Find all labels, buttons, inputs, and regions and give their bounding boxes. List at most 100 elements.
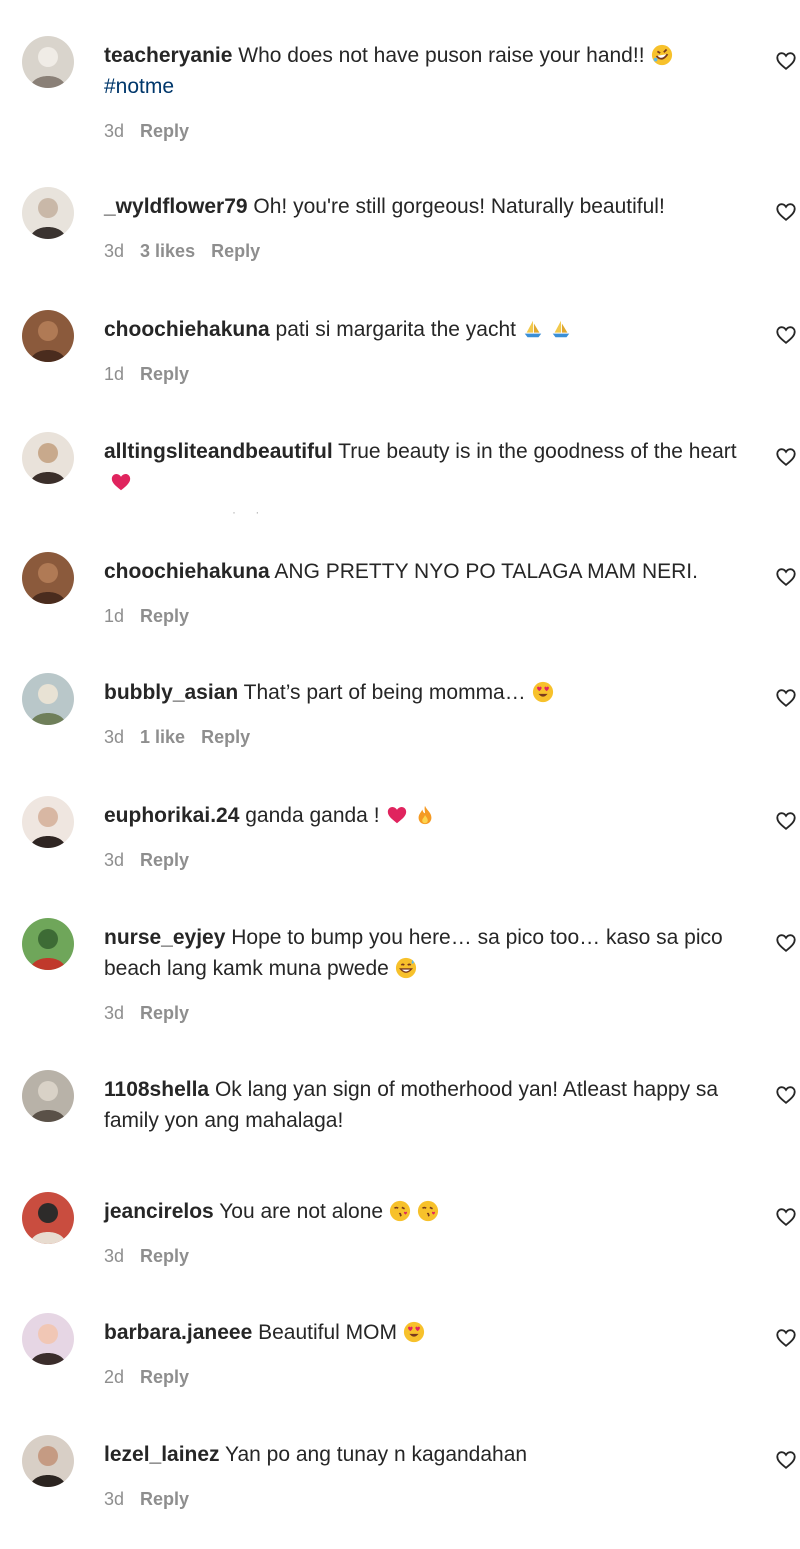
comment-text: You are not alone	[219, 1200, 384, 1223]
comment-text: ganda ganda !	[245, 804, 380, 827]
red-heart-emoji	[110, 471, 132, 493]
comment-line: barbara.janeee Beautiful MOM	[104, 1317, 754, 1348]
comment-username[interactable]: euphorikai.24	[104, 804, 239, 827]
comment-timestamp[interactable]: 3d	[104, 1246, 124, 1266]
heart-outline-icon[interactable]	[775, 1084, 797, 1106]
comment-line: lezel_lainez Yan po ang tunay n kagandah…	[104, 1439, 754, 1470]
comment-text: pati si margarita the yacht	[275, 318, 516, 341]
heart-outline-icon[interactable]	[775, 50, 797, 72]
hashtag-link[interactable]: #notme	[104, 71, 754, 102]
comment-text: ANG PRETTY NYO PO TALAGA MAM NERI.	[274, 560, 698, 583]
comment-meta: 3d Reply	[104, 1245, 754, 1267]
sailboat-emoji	[522, 318, 544, 340]
comment-meta: 1d Reply	[104, 605, 754, 627]
comment-line: teacheryanie Who does not have puson rai…	[104, 40, 754, 102]
comment-username[interactable]: jeancirelos	[104, 1200, 214, 1223]
avatar[interactable]	[22, 1192, 74, 1244]
comment-line: nurse_eyjey Hope to bump you here… sa pi…	[104, 922, 754, 984]
comment-likes-count[interactable]: 3 likes	[140, 241, 195, 261]
divider-dots: · ·	[232, 505, 268, 519]
comment-username[interactable]: lezel_lainez	[104, 1443, 220, 1466]
red-heart-emoji	[386, 804, 408, 826]
comment-line: 1108shella Ok lang yan sign of motherhoo…	[104, 1074, 754, 1136]
reply-button[interactable]: Reply	[140, 606, 189, 626]
heart-eyes-emoji	[532, 681, 554, 703]
comment-timestamp[interactable]: 3d	[104, 121, 124, 141]
heart-outline-icon[interactable]	[775, 566, 797, 588]
comment-body: jeancirelos You are not alone 3d Reply	[104, 1196, 754, 1267]
heart-outline-icon[interactable]	[775, 1449, 797, 1471]
comment-timestamp[interactable]: 3d	[104, 850, 124, 870]
avatar[interactable]	[22, 310, 74, 362]
heart-outline-icon[interactable]	[775, 446, 797, 468]
comment-text: True beauty is in the goodness of the he…	[338, 440, 737, 463]
comment-body: nurse_eyjey Hope to bump you here… sa pi…	[104, 922, 754, 1024]
comment-username[interactable]: bubbly_asian	[104, 681, 238, 704]
comment-timestamp[interactable]: 1d	[104, 606, 124, 626]
heart-outline-icon[interactable]	[775, 810, 797, 832]
comment-line: jeancirelos You are not alone	[104, 1196, 754, 1227]
comment-username[interactable]: 1108shella	[104, 1078, 209, 1101]
avatar[interactable]	[22, 1070, 74, 1122]
comment-body: bubbly_asian That’s part of being momma……	[104, 677, 754, 748]
avatar[interactable]	[22, 1313, 74, 1365]
comment-body: teacheryanie Who does not have puson rai…	[104, 40, 754, 142]
reply-button[interactable]: Reply	[140, 121, 189, 141]
avatar[interactable]	[22, 918, 74, 970]
reply-button[interactable]: Reply	[140, 1246, 189, 1266]
comment-username[interactable]: alltingsliteandbeautiful	[104, 440, 333, 463]
heart-outline-icon[interactable]	[775, 1206, 797, 1228]
comment-meta: 3d Reply	[104, 1002, 754, 1024]
comment-username[interactable]: teacheryanie	[104, 44, 232, 67]
comment-line: alltingsliteandbeautiful True beauty is …	[104, 436, 754, 498]
reply-button[interactable]: Reply	[140, 364, 189, 384]
avatar[interactable]	[22, 1435, 74, 1487]
heart-outline-icon[interactable]	[775, 201, 797, 223]
comment-line: choochiehakuna pati si margarita the yac…	[104, 314, 754, 345]
comment-meta: 3d Reply	[104, 849, 754, 871]
reply-button[interactable]: Reply	[201, 727, 250, 747]
comment-timestamp[interactable]: 2d	[104, 1367, 124, 1387]
avatar[interactable]	[22, 187, 74, 239]
comment-timestamp[interactable]: 3d	[104, 1489, 124, 1509]
comment-username[interactable]: choochiehakuna	[104, 318, 270, 341]
comment-username[interactable]: nurse_eyjey	[104, 926, 225, 949]
avatar[interactable]	[22, 36, 74, 88]
reply-button[interactable]: Reply	[140, 1003, 189, 1023]
comment-likes-count[interactable]: 1 like	[140, 727, 185, 747]
comment-timestamp[interactable]: 3d	[104, 1003, 124, 1023]
avatar[interactable]	[22, 796, 74, 848]
comment-text: Yan po ang tunay n kagandahan	[225, 1443, 528, 1466]
heart-outline-icon[interactable]	[775, 687, 797, 709]
comment-timestamp[interactable]: 3d	[104, 241, 124, 261]
kiss-emoji	[389, 1200, 411, 1222]
reply-button[interactable]: Reply	[140, 1489, 189, 1509]
reply-button[interactable]: Reply	[140, 850, 189, 870]
comment-username[interactable]: barbara.janeee	[104, 1321, 252, 1344]
comment-text: That’s part of being momma…	[243, 681, 526, 704]
comment-meta: 3d 3 likes Reply	[104, 240, 754, 262]
reply-button[interactable]: Reply	[140, 1367, 189, 1387]
avatar[interactable]	[22, 432, 74, 484]
comment-line: euphorikai.24 ganda ganda !	[104, 800, 754, 831]
heart-outline-icon[interactable]	[775, 324, 797, 346]
comment-username[interactable]: _wyldflower79	[104, 195, 248, 218]
heart-outline-icon[interactable]	[775, 1327, 797, 1349]
kiss-emoji	[417, 1200, 439, 1222]
comment-line: choochiehakuna ANG PRETTY NYO PO TALAGA …	[104, 556, 754, 587]
comment-body: 1108shella Ok lang yan sign of motherhoo…	[104, 1074, 754, 1136]
comment-username[interactable]: choochiehakuna	[104, 560, 270, 583]
comment-text: Oh! you're still gorgeous! Naturally bea…	[253, 195, 665, 218]
comment-body: _wyldflower79 Oh! you're still gorgeous!…	[104, 191, 754, 262]
heart-outline-icon[interactable]	[775, 932, 797, 954]
comment-timestamp[interactable]: 1d	[104, 364, 124, 384]
comment-timestamp[interactable]: 3d	[104, 727, 124, 747]
reply-button[interactable]: Reply	[211, 241, 260, 261]
heart-eyes-emoji	[403, 1321, 425, 1343]
comment-meta: 2d Reply	[104, 1366, 754, 1388]
comment-meta: 3d Reply	[104, 1488, 754, 1510]
comment-body: choochiehakuna ANG PRETTY NYO PO TALAGA …	[104, 556, 754, 627]
avatar[interactable]	[22, 673, 74, 725]
avatar[interactable]	[22, 552, 74, 604]
comment-line: _wyldflower79 Oh! you're still gorgeous!…	[104, 191, 754, 222]
